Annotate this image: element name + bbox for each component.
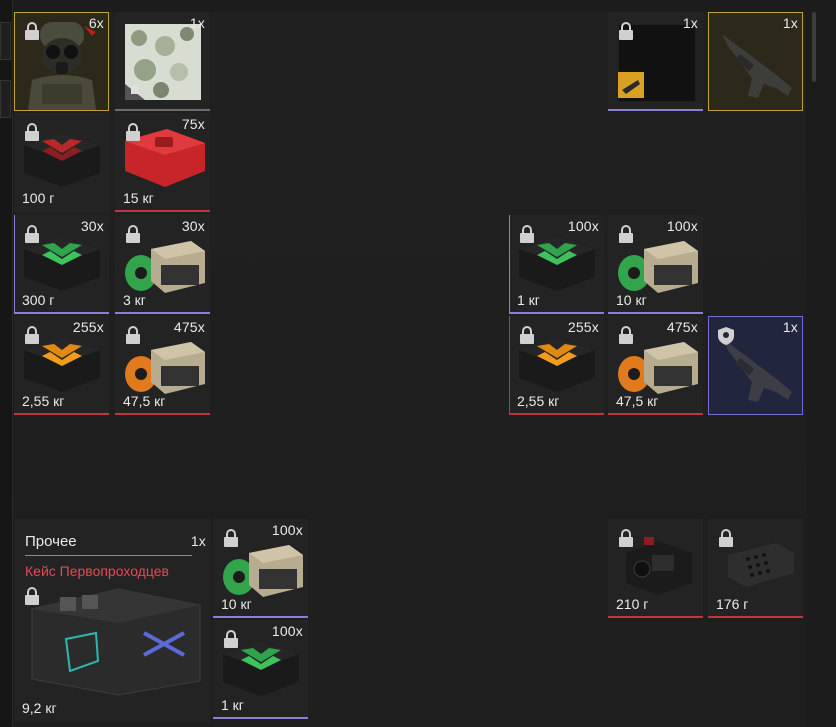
lock-icon bbox=[619, 225, 633, 243]
item-count: 1x bbox=[782, 319, 798, 335]
lock-icon bbox=[719, 529, 733, 547]
inventory-slot-crate-green-c[interactable]: 100x 10 кг bbox=[213, 519, 308, 618]
scrollbar[interactable] bbox=[812, 12, 816, 82]
item-count: 255x bbox=[567, 319, 599, 335]
rifle-icon bbox=[722, 34, 792, 98]
lock-icon bbox=[619, 326, 633, 344]
item-count: 1x bbox=[682, 15, 698, 31]
shield-icon bbox=[718, 327, 734, 345]
lock-icon bbox=[619, 22, 633, 40]
inventory-slot-crate-orange-b[interactable]: 475x 47,5 кг bbox=[608, 316, 703, 415]
slot-underline bbox=[14, 312, 109, 314]
item-count: 1x bbox=[190, 533, 206, 549]
item-weight: 1 кг bbox=[517, 292, 540, 308]
inventory-slot-box-orange-b[interactable]: 255x 2,55 кг bbox=[509, 316, 604, 415]
item-weight: 2,55 кг bbox=[517, 393, 560, 409]
inventory-slot-camo[interactable]: 1x bbox=[115, 12, 210, 111]
item-weight: 47,5 кг bbox=[123, 393, 166, 409]
item-weight: 47,5 кг bbox=[616, 393, 659, 409]
slot-underline bbox=[608, 312, 703, 314]
case-divider bbox=[25, 555, 192, 556]
item-weight: 10 кг bbox=[616, 292, 647, 308]
lock-icon bbox=[25, 22, 39, 40]
lock-icon bbox=[224, 630, 238, 648]
inventory-slot-crate-green-a[interactable]: 30x 3 кг bbox=[115, 215, 210, 314]
slot-underline bbox=[14, 413, 109, 415]
inventory-slot-armor[interactable]: 6x bbox=[14, 12, 109, 111]
inventory-slot-scope[interactable]: 210 г bbox=[608, 519, 703, 618]
lock-icon bbox=[126, 225, 140, 243]
lock-icon bbox=[25, 225, 39, 243]
item-count: 30x bbox=[181, 218, 205, 234]
slot-underline bbox=[213, 616, 308, 618]
lock-icon bbox=[224, 529, 238, 547]
inventory-slot-box-orange-a[interactable]: 255x 2,55 кг bbox=[14, 316, 109, 415]
slot-underline bbox=[115, 413, 210, 415]
item-count: 30x bbox=[80, 218, 104, 234]
item-count: 100x bbox=[567, 218, 599, 234]
lock-icon bbox=[520, 326, 534, 344]
inventory-slot-rifle-blue[interactable]: 1x bbox=[708, 316, 803, 415]
inventory-slot-box-green-c[interactable]: 100x 1 кг bbox=[213, 620, 308, 719]
slot-underline bbox=[115, 312, 210, 314]
item-count: 255x bbox=[72, 319, 104, 335]
item-weight: 210 г bbox=[616, 596, 649, 612]
slot-underline bbox=[213, 717, 308, 719]
lock-icon bbox=[126, 326, 140, 344]
slot-underline bbox=[608, 413, 703, 415]
item-weight: 10 кг bbox=[221, 596, 252, 612]
item-weight: 15 кг bbox=[123, 190, 154, 206]
inventory-slot-rifle-gold[interactable]: 1x bbox=[708, 12, 803, 111]
inventory-slot-box-green-b[interactable]: 100x 1 кг bbox=[509, 215, 604, 314]
item-count: 100x bbox=[271, 623, 303, 639]
case-category: Прочее bbox=[25, 533, 77, 550]
lock-icon bbox=[520, 225, 534, 243]
case-name: Кейс Первопроходцев bbox=[25, 563, 169, 579]
item-count: 75x bbox=[181, 116, 205, 132]
item-weight: 2,55 кг bbox=[22, 393, 65, 409]
left-panel-edge bbox=[0, 0, 13, 727]
slot-underline bbox=[608, 109, 703, 111]
left-panel-tab[interactable] bbox=[0, 22, 11, 60]
item-weight: 9,2 кг bbox=[22, 700, 57, 716]
slot-accent bbox=[509, 215, 510, 314]
item-weight: 100 г bbox=[22, 190, 55, 206]
item-count: 1x bbox=[189, 15, 205, 31]
slot-underline bbox=[708, 616, 803, 618]
slot-underline bbox=[608, 616, 703, 618]
slot-underline bbox=[509, 413, 604, 415]
lock-icon bbox=[126, 123, 140, 141]
left-panel-tab[interactable] bbox=[0, 80, 11, 118]
slot-underline bbox=[115, 210, 210, 212]
lock-icon bbox=[25, 123, 39, 141]
inventory-slot-box-red-dark[interactable]: 100 г bbox=[14, 113, 109, 212]
item-count: 475x bbox=[173, 319, 205, 335]
item-weight: 176 г bbox=[716, 596, 749, 612]
item-weight: 1 кг bbox=[221, 697, 244, 713]
item-count: 475x bbox=[666, 319, 698, 335]
lock-icon bbox=[25, 326, 39, 344]
item-weight: 3 кг bbox=[123, 292, 146, 308]
item-count: 1x bbox=[782, 15, 798, 31]
inventory-slot-crate-green-b[interactable]: 100x 10 кг bbox=[608, 215, 703, 314]
inventory-slot-case[interactable]: Прочее 1x Кейс Первопроходцев 9,2 кг bbox=[14, 519, 211, 722]
inventory-slot-box-green-a[interactable]: 30x 300 г bbox=[14, 215, 109, 314]
item-weight: 300 г bbox=[22, 292, 55, 308]
slot-accent bbox=[509, 316, 510, 415]
camo-pattern-icon bbox=[125, 24, 201, 100]
item-count: 6x bbox=[88, 15, 104, 31]
inventory-slot-box-red[interactable]: 75x 15 кг bbox=[115, 113, 210, 212]
item-count: 100x bbox=[271, 522, 303, 538]
inventory-slot-crate-orange-a[interactable]: 475x 47,5 кг bbox=[115, 316, 210, 415]
slot-underline bbox=[115, 109, 210, 111]
pathfinder-case-icon bbox=[31, 588, 201, 696]
item-count: 100x bbox=[666, 218, 698, 234]
inventory-slot-blueprint[interactable]: 1x bbox=[608, 12, 703, 111]
slot-underline bbox=[509, 312, 604, 314]
inventory-grid: 6x 1x 1x 1x 100 г 75x 15 кг 30x 300 г 30… bbox=[14, 12, 806, 727]
lock-icon bbox=[619, 529, 633, 547]
slot-accent bbox=[14, 215, 15, 314]
inventory-slot-muzzle[interactable]: 176 г bbox=[708, 519, 803, 618]
